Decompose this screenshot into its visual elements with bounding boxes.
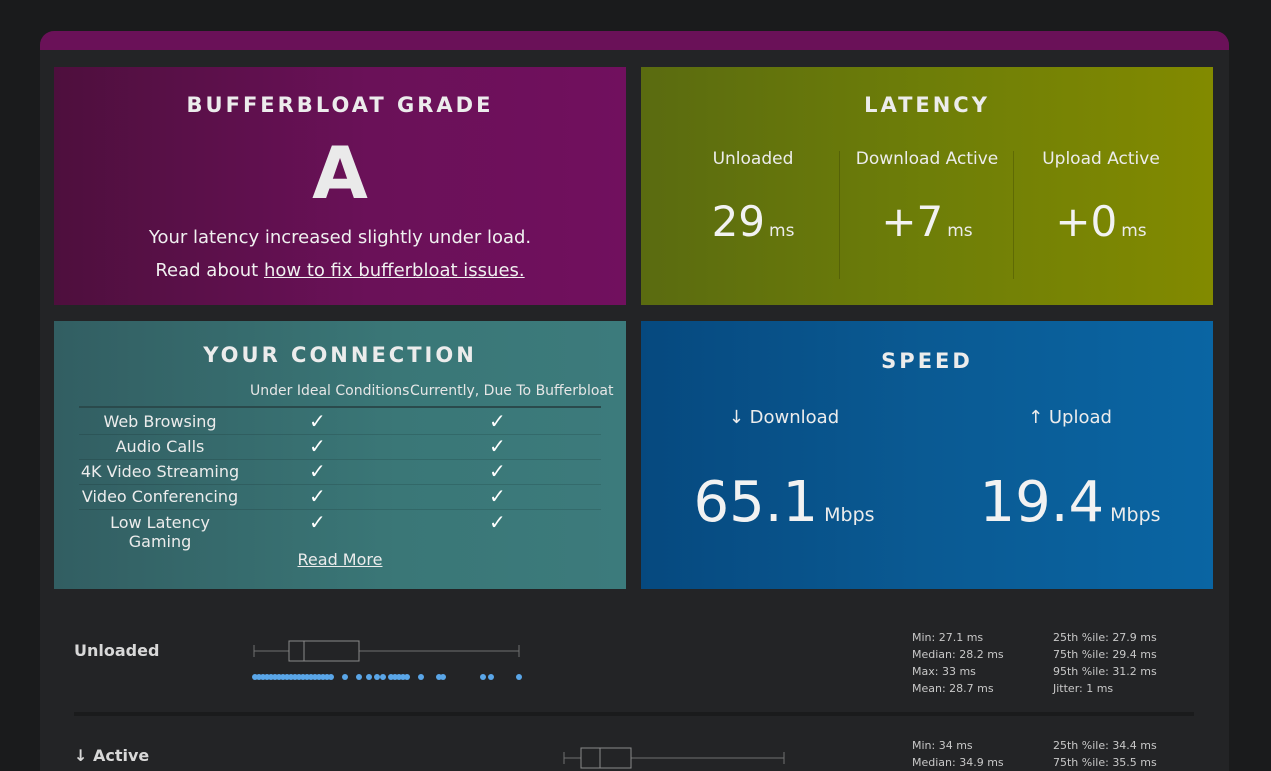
header-ideal: Under Ideal Conditions bbox=[250, 383, 410, 399]
check-icon: ✓ bbox=[309, 484, 326, 508]
latency-title: LATENCY bbox=[864, 93, 990, 117]
check-icon: ✓ bbox=[309, 434, 326, 458]
check-icon: ✓ bbox=[489, 510, 506, 534]
table-row: 4K Video Streaming ✓ ✓ bbox=[79, 459, 601, 485]
latency-value: +0 bbox=[1055, 197, 1118, 246]
stat-25th: 25th %ile: 34.4 ms bbox=[1053, 739, 1157, 752]
speed-download: ↓ Download 65.1 Mbps bbox=[641, 407, 927, 535]
stat-95th: 95th %ile: 31.2 ms bbox=[1053, 665, 1157, 678]
fix-bufferbloat-link[interactable]: how to fix bufferbloat issues. bbox=[264, 260, 525, 281]
stat-25th: 25th %ile: 27.9 ms bbox=[1053, 631, 1157, 644]
header-rule bbox=[79, 406, 601, 408]
stat-min: Min: 27.1 ms bbox=[912, 631, 984, 644]
check-icon: ✓ bbox=[489, 459, 506, 483]
table-row: Web Browsing ✓ ✓ bbox=[79, 409, 601, 435]
stat-jitter: Jitter: 1 ms bbox=[1053, 682, 1114, 695]
latency-unit: ms bbox=[1121, 221, 1147, 241]
check-icon: ✓ bbox=[309, 510, 326, 534]
latency-value: 29 bbox=[711, 197, 766, 246]
download-unit: Mbps bbox=[824, 504, 875, 526]
unloaded-stats-left: Min: 27.1 ms Median: 28.2 ms Max: 33 ms … bbox=[912, 629, 1004, 697]
stat-median: Median: 34.9 ms bbox=[912, 756, 1004, 769]
panel-top-bar bbox=[40, 31, 1229, 50]
grade-description: Your latency increased slightly under lo… bbox=[148, 227, 532, 248]
table-row: Low Latency Gaming ✓ ✓ bbox=[79, 510, 601, 551]
latency-unit: ms bbox=[947, 221, 973, 241]
table-row: Audio Calls ✓ ✓ bbox=[79, 434, 601, 460]
active-box-plot bbox=[563, 747, 785, 769]
speed-card: SPEED ↓ Download 65.1 Mbps ↑ Upload 19.4 M… bbox=[641, 321, 1213, 589]
connection-title: YOUR CONNECTION bbox=[203, 343, 477, 367]
header-current: Currently, Due To Bufferbloat bbox=[410, 383, 614, 399]
stat-mean: Mean: 28.7 ms bbox=[912, 682, 994, 695]
your-connection-card: YOUR CONNECTION Under Ideal Conditions C… bbox=[54, 321, 626, 589]
check-icon: ✓ bbox=[489, 409, 506, 433]
active-stats-right: 25th %ile: 34.4 ms 75th %ile: 35.5 ms bbox=[1053, 737, 1157, 771]
read-more-link[interactable]: Read More bbox=[54, 550, 626, 569]
latency-label: Download Active bbox=[855, 149, 999, 169]
stat-median: Median: 28.2 ms bbox=[912, 648, 1004, 661]
latency-upload-active: Upload Active +0 ms bbox=[1014, 149, 1188, 279]
stats-divider bbox=[74, 712, 1194, 716]
latency-label: Unloaded bbox=[712, 149, 794, 169]
activity-name: Audio Calls bbox=[115, 437, 205, 456]
upload-label: ↑ Upload bbox=[1028, 407, 1112, 428]
check-icon: ✓ bbox=[309, 459, 326, 483]
check-icon: ✓ bbox=[489, 484, 506, 508]
stat-min: Min: 34 ms bbox=[912, 739, 973, 752]
upload-unit: Mbps bbox=[1110, 504, 1161, 526]
latency-unit: ms bbox=[769, 221, 795, 241]
stat-75th: 75th %ile: 29.4 ms bbox=[1053, 648, 1157, 661]
stat-75th: 75th %ile: 35.5 ms bbox=[1053, 756, 1157, 769]
check-icon: ✓ bbox=[309, 409, 326, 433]
bufferbloat-grade-card: BUFFERBLOAT GRADE A Your latency increas… bbox=[54, 67, 626, 305]
download-value: 65.1 bbox=[693, 470, 819, 535]
stats-label-unloaded: Unloaded bbox=[74, 641, 160, 660]
latency-download-active: Download Active +7 ms bbox=[840, 149, 1014, 279]
latency-value: +7 bbox=[881, 197, 944, 246]
active-stats-left: Min: 34 ms Median: 34.9 ms bbox=[912, 737, 1004, 771]
latency-unloaded: Unloaded 29 ms bbox=[666, 149, 840, 279]
activity-name: Web Browsing bbox=[103, 412, 217, 431]
activity-name: Video Conferencing bbox=[81, 487, 239, 506]
table-row: Video Conferencing ✓ ✓ bbox=[79, 484, 601, 510]
latency-label: Upload Active bbox=[1042, 149, 1160, 169]
activity-name: 4K Video Streaming bbox=[80, 462, 240, 481]
activity-name: Low Latency Gaming bbox=[110, 513, 210, 551]
unloaded-stats-right: 25th %ile: 27.9 ms 75th %ile: 29.4 ms 95… bbox=[1053, 629, 1157, 697]
check-icon: ✓ bbox=[489, 434, 506, 458]
read-about-prefix: Read about bbox=[155, 260, 264, 281]
grade-title: BUFFERBLOAT GRADE bbox=[186, 93, 494, 117]
stat-max: Max: 33 ms bbox=[912, 665, 976, 678]
speed-upload: ↑ Upload 19.4 Mbps bbox=[927, 407, 1213, 535]
latency-card: LATENCY Unloaded 29 ms Download Active +7… bbox=[641, 67, 1213, 305]
stats-label-active: ↓ Active bbox=[74, 746, 150, 765]
grade-letter: A bbox=[312, 131, 368, 215]
speed-title: SPEED bbox=[881, 349, 973, 373]
upload-value: 19.4 bbox=[979, 470, 1105, 535]
download-label: ↓ Download bbox=[728, 407, 840, 428]
grade-read-about: Read about how to fix bufferbloat issues… bbox=[54, 260, 626, 281]
results-panel: BUFFERBLOAT GRADE A Your latency increas… bbox=[40, 31, 1229, 771]
